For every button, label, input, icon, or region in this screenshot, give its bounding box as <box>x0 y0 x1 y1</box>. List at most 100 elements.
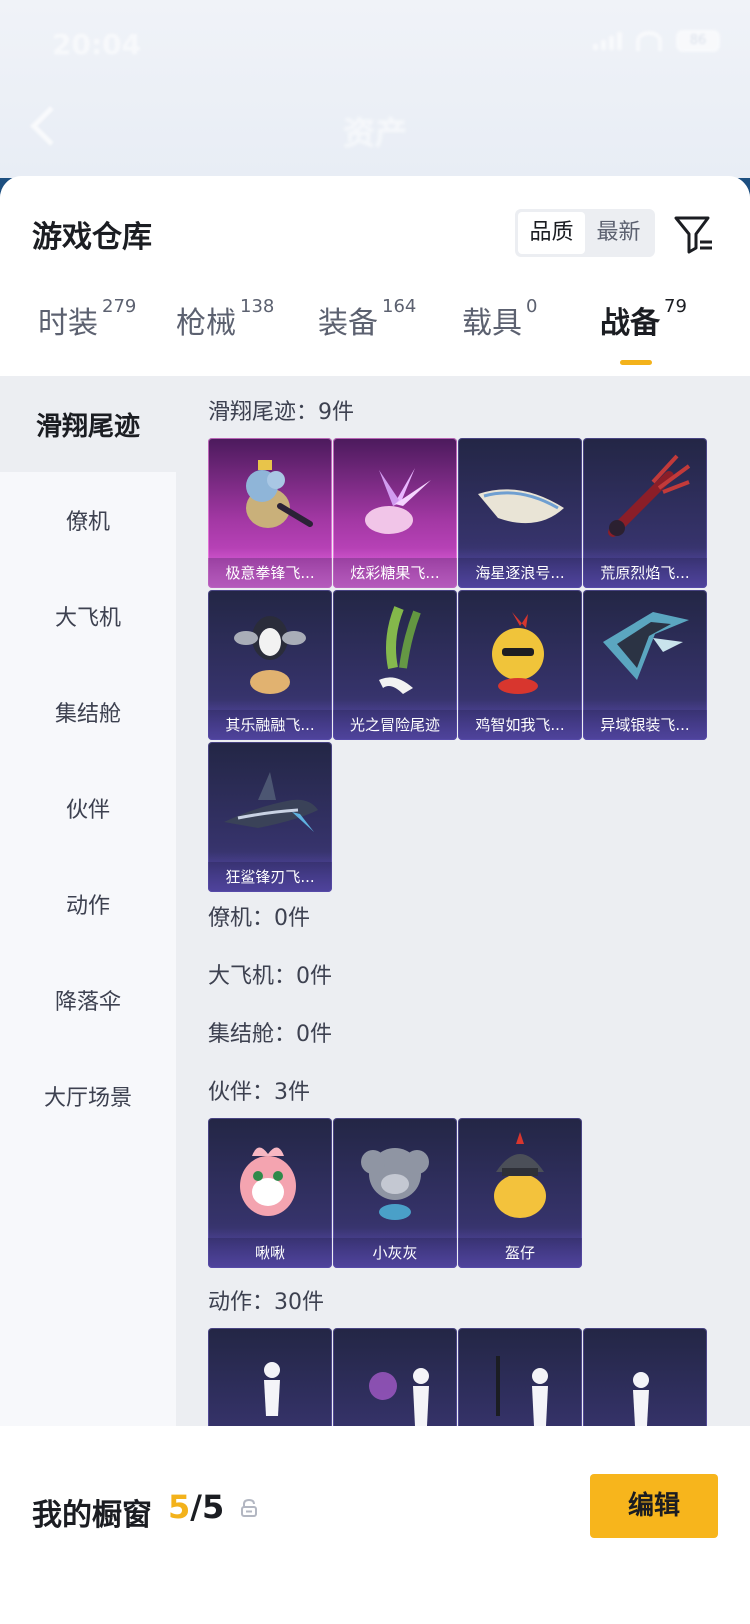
item-card[interactable]: 光之冒险尾迹 <box>333 590 457 740</box>
item-card[interactable]: 极意拳锋飞... <box>208 438 332 588</box>
showcase-label: 我的橱窗 <box>32 1498 152 1533</box>
item-name: 荒原烈焰飞... <box>583 558 707 588</box>
sort-newest-button[interactable]: 最新 <box>585 212 652 254</box>
showcase-count-current: 5 <box>168 1488 191 1526</box>
tab-label: 装备 <box>318 306 378 341</box>
showcase-count: 5/5 <box>168 1488 224 1526</box>
item-card[interactable] <box>583 1328 707 1426</box>
emote-figure-icon <box>264 1362 280 1416</box>
warehouse-header: 游戏仓库 品质 最新 时装 279 枪械 138 装备 164 载具 0 战备 … <box>0 176 750 376</box>
category-tabs: 时装 279 枪械 138 装备 164 载具 0 战备 79 <box>0 296 750 368</box>
item-card[interactable]: 其乐融融飞... <box>208 590 332 740</box>
item-card[interactable]: 盔仔 <box>458 1118 582 1268</box>
item-name: 盔仔 <box>458 1238 582 1268</box>
sidebar: 滑翔尾迹 僚机 大飞机 集结舱 伙伴 动作 降落伞 大厅场景 <box>0 376 176 1426</box>
section-title-plane: 大飞机：0件 <box>208 964 332 989</box>
item-art-icon <box>603 612 689 680</box>
tab-guns[interactable]: 枪械 138 <box>176 296 275 342</box>
nav-title: 资产 <box>342 114 407 152</box>
item-art-icon <box>608 454 691 537</box>
edit-button[interactable]: 编辑 <box>590 1474 718 1538</box>
emote-figure-icon <box>633 1372 649 1426</box>
section-title-trail: 滑翔尾迹：9件 <box>208 400 354 425</box>
emote-figure-icon <box>369 1368 429 1426</box>
emote-grid <box>208 1328 708 1426</box>
warehouse-sheet: 游戏仓库 品质 最新 时装 279 枪械 138 装备 164 载具 0 战备 … <box>0 176 750 1624</box>
item-art-icon <box>494 1132 546 1218</box>
item-card[interactable]: 鸡智如我飞... <box>458 590 582 740</box>
tab-count: 138 <box>240 296 275 317</box>
warehouse-title: 游戏仓库 <box>32 220 152 255</box>
sidebar-item-pod[interactable]: 集结舱 <box>0 664 176 760</box>
item-card[interactable]: 炫彩糖果飞... <box>333 438 457 588</box>
tab-count: 164 <box>382 296 417 317</box>
tab-vehicles[interactable]: 载具 0 <box>462 296 538 342</box>
item-card[interactable]: 小灰灰 <box>333 1118 457 1268</box>
emote-figure-icon <box>496 1356 548 1426</box>
item-card[interactable]: 荒原烈焰飞... <box>583 438 707 588</box>
sort-quality-button[interactable]: 品质 <box>518 212 585 254</box>
tab-fashion[interactable]: 时装 279 <box>38 296 136 342</box>
item-card[interactable] <box>458 1328 582 1426</box>
item-name: 海星逐浪号... <box>458 558 582 588</box>
tab-label: 时装 <box>38 306 98 341</box>
item-art-icon <box>492 612 544 694</box>
page-header-backdrop: 20:04 86 资产 <box>0 0 750 178</box>
tab-equipment[interactable]: 装备 164 <box>318 296 417 342</box>
item-art-icon <box>246 460 313 528</box>
item-name: 啾啾 <box>208 1238 332 1268</box>
tab-label: 战备 <box>600 306 660 341</box>
battery-icon: 86 <box>676 30 720 52</box>
section-title-pod: 集结舱：0件 <box>208 1022 332 1047</box>
status-bar: 20:04 86 <box>0 20 750 70</box>
item-art-icon <box>234 616 306 694</box>
item-name: 光之冒险尾迹 <box>333 710 457 740</box>
tab-label: 载具 <box>462 306 522 341</box>
sidebar-item-partner[interactable]: 伙伴 <box>0 760 176 856</box>
tab-count: 0 <box>526 296 538 317</box>
item-name: 鸡智如我飞... <box>458 710 582 740</box>
partner-grid: 啾啾 小灰灰 盔仔 <box>208 1118 708 1268</box>
sidebar-item-wingman[interactable]: 僚机 <box>0 472 176 568</box>
signal-icon <box>593 32 622 50</box>
item-list: 滑翔尾迹：9件 极意拳锋飞... 炫彩糖果飞... 海星逐浪号... 荒原烈焰飞… <box>176 376 750 1426</box>
sidebar-item-parachute[interactable]: 降落伞 <box>0 952 176 1048</box>
item-art-icon <box>478 489 564 524</box>
sidebar-item-lobby[interactable]: 大厅场景 <box>0 1048 176 1144</box>
filter-icon[interactable] <box>672 212 716 256</box>
item-card[interactable] <box>208 1328 332 1426</box>
section-title-wingman: 僚机：0件 <box>208 906 310 931</box>
showcase-count-total: /5 <box>190 1488 225 1526</box>
sidebar-item-trail[interactable]: 滑翔尾迹 <box>0 376 176 472</box>
section-title-emote: 动作：30件 <box>208 1290 324 1315</box>
sidebar-item-plane[interactable]: 大飞机 <box>0 568 176 664</box>
item-name: 狂鲨锋刃飞... <box>208 862 332 892</box>
item-name: 异域银装飞... <box>583 710 707 740</box>
status-time: 20:04 <box>52 28 142 61</box>
lock-icon <box>241 1498 257 1517</box>
item-name: 炫彩糖果飞... <box>333 558 457 588</box>
item-card[interactable]: 海星逐浪号... <box>458 438 582 588</box>
status-icons: 86 <box>593 30 720 52</box>
item-card[interactable] <box>333 1328 457 1426</box>
tab-label: 枪械 <box>176 306 236 341</box>
trail-grid: 极意拳锋飞... 炫彩糖果飞... 海星逐浪号... 荒原烈焰飞... 其乐融融… <box>208 438 708 898</box>
item-art-icon <box>240 1147 296 1216</box>
item-art-icon <box>224 772 318 832</box>
item-card[interactable]: 异域银装飞... <box>583 590 707 740</box>
wifi-icon <box>636 31 662 51</box>
tab-readiness[interactable]: 战备 79 <box>600 296 687 342</box>
item-art-icon <box>379 606 421 694</box>
showcase-bar: 我的橱窗 5/5 编辑 <box>0 1426 750 1624</box>
item-card[interactable]: 狂鲨锋刃飞... <box>208 742 332 892</box>
item-art-icon <box>365 468 431 534</box>
sort-toggle: 品质 最新 <box>515 209 655 257</box>
item-name: 小灰灰 <box>333 1238 457 1268</box>
active-tab-indicator <box>620 360 652 365</box>
section-title-partner: 伙伴：3件 <box>208 1080 310 1105</box>
tab-count: 79 <box>664 296 687 317</box>
sidebar-item-emote[interactable]: 动作 <box>0 856 176 952</box>
item-name: 其乐融融飞... <box>208 710 332 740</box>
item-name: 极意拳锋飞... <box>208 558 332 588</box>
item-card[interactable]: 啾啾 <box>208 1118 332 1268</box>
